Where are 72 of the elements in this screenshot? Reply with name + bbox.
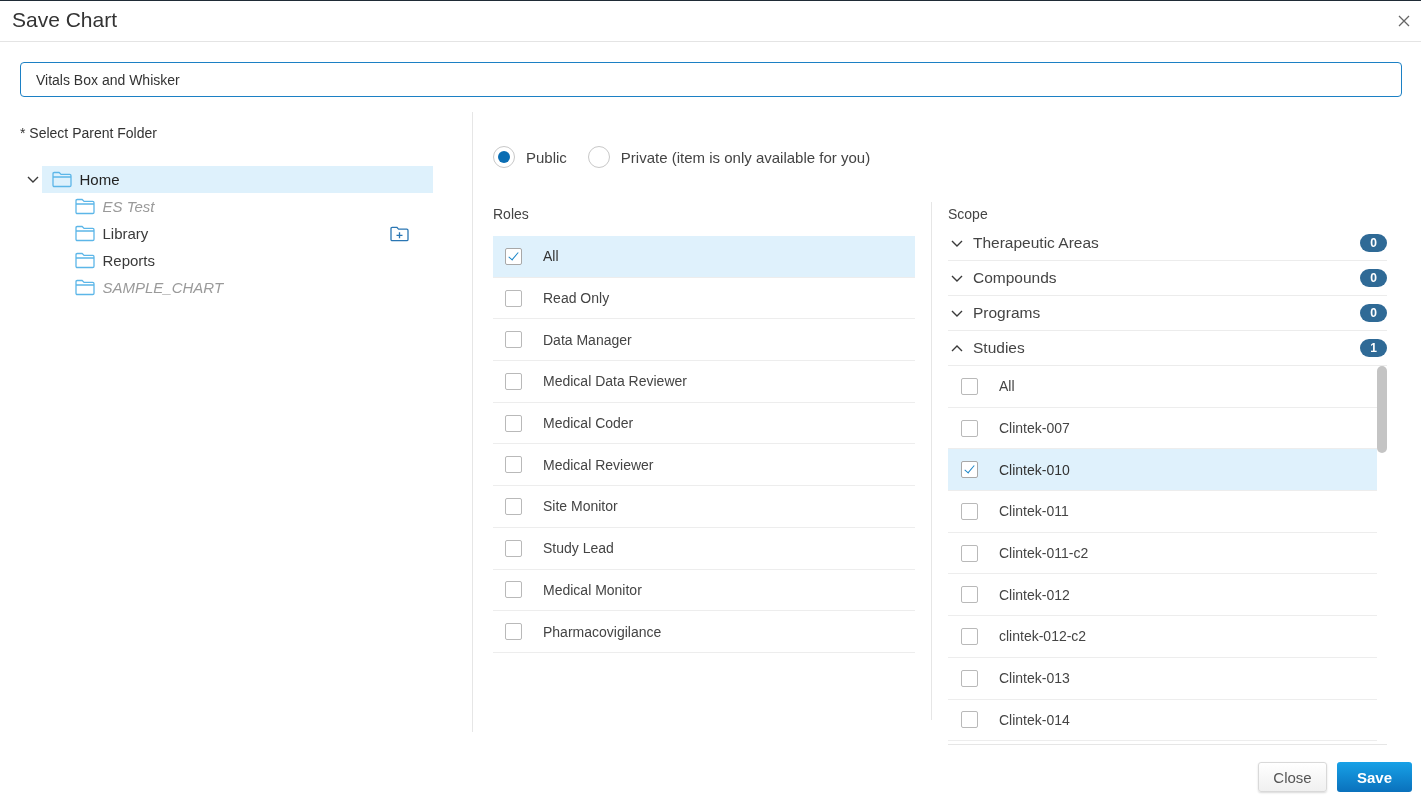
accordion-header[interactable]: Studies 1 (948, 331, 1387, 366)
role-item[interactable]: Medical Monitor (493, 569, 915, 612)
radio-label: Public (526, 148, 567, 166)
study-item[interactable]: Clintek-010 (948, 449, 1377, 492)
role-item[interactable]: Medical Reviewer (493, 444, 915, 487)
chevron-down-icon[interactable] (951, 274, 963, 282)
checkbox[interactable] (505, 497, 522, 515)
tree-item[interactable]: Library (65, 220, 433, 247)
chevron-down-icon[interactable] (951, 309, 963, 317)
chevron-down-icon[interactable] (951, 239, 963, 247)
add-folder-icon[interactable] (390, 225, 409, 242)
role-item[interactable]: Data Manager (493, 319, 915, 362)
role-item[interactable]: Medical Coder (493, 402, 915, 445)
dialog-title: Save Chart (11, 7, 118, 32)
checkbox[interactable] (961, 419, 978, 437)
checkbox[interactable] (505, 331, 522, 349)
study-item[interactable]: Clintek-013 (948, 657, 1377, 700)
count-badge: 0 (1360, 304, 1387, 322)
checkbox[interactable] (505, 539, 522, 557)
checkbox[interactable] (505, 247, 522, 265)
checkbox[interactable] (505, 581, 522, 599)
folder-icon (75, 279, 95, 296)
checkbox[interactable] (505, 372, 522, 390)
study-item[interactable]: clintek-012-c2 (948, 616, 1377, 658)
folder-icon (52, 171, 72, 188)
count-badge: 1 (1360, 339, 1387, 357)
folder-icon (75, 252, 95, 269)
close-button[interactable]: Close (1258, 762, 1327, 792)
accordion-header[interactable]: Compounds 0 (948, 261, 1387, 296)
section-heading: Scope (948, 205, 988, 223)
close-icon[interactable] (1398, 15, 1410, 27)
checkbox[interactable] (961, 586, 978, 604)
checkbox[interactable] (505, 289, 522, 307)
tree-item[interactable]: Home (42, 166, 433, 193)
role-item[interactable]: Study Lead (493, 527, 915, 570)
role-item[interactable]: All (493, 236, 915, 278)
checkbox[interactable] (961, 502, 978, 520)
tree-item[interactable]: Reports (65, 247, 433, 274)
study-item[interactable]: Clintek-012 (948, 574, 1377, 617)
checkbox[interactable] (961, 711, 978, 729)
folder-icon (75, 225, 95, 242)
checkbox[interactable] (961, 461, 978, 479)
role-item[interactable]: Read Only (493, 277, 915, 320)
chevron-up-icon[interactable] (951, 344, 963, 352)
radio-label: Private (item is only available for you) (620, 148, 871, 166)
checkbox[interactable] (505, 414, 522, 432)
count-badge: 0 (1360, 269, 1387, 287)
radio-button[interactable] (587, 146, 610, 168)
study-item[interactable]: Clintek-011-c2 (948, 532, 1377, 575)
count-badge: 0 (1360, 234, 1387, 252)
study-item[interactable]: All (948, 366, 1377, 408)
folder-icon (75, 198, 95, 215)
chevron-down-icon[interactable] (27, 176, 39, 183)
save-button[interactable]: Save (1337, 762, 1412, 792)
role-item[interactable]: Site Monitor (493, 486, 915, 528)
role-item[interactable]: Medical Data Reviewer (493, 361, 915, 403)
checkbox[interactable] (961, 669, 978, 687)
study-item[interactable]: Clintek-014 (948, 699, 1377, 742)
accordion-header[interactable]: Therapeutic Areas 0 (948, 226, 1387, 261)
scrollbar-thumb[interactable] (1377, 366, 1387, 453)
section-heading: Roles (493, 205, 529, 223)
checkbox[interactable] (961, 377, 978, 395)
checkbox[interactable] (505, 623, 522, 641)
checkbox[interactable] (961, 544, 978, 562)
accordion-header[interactable]: Programs 0 (948, 296, 1387, 331)
name-field[interactable]: Vitals Box and Whisker (20, 62, 1402, 97)
role-item[interactable]: Pharmacovigilance (493, 611, 915, 653)
study-item[interactable]: Clintek-011 (948, 491, 1377, 533)
checkbox[interactable] (961, 627, 978, 645)
field-label: * Select Parent Folder (20, 125, 157, 142)
radio-button[interactable] (493, 146, 515, 168)
checkbox[interactable] (505, 456, 522, 474)
